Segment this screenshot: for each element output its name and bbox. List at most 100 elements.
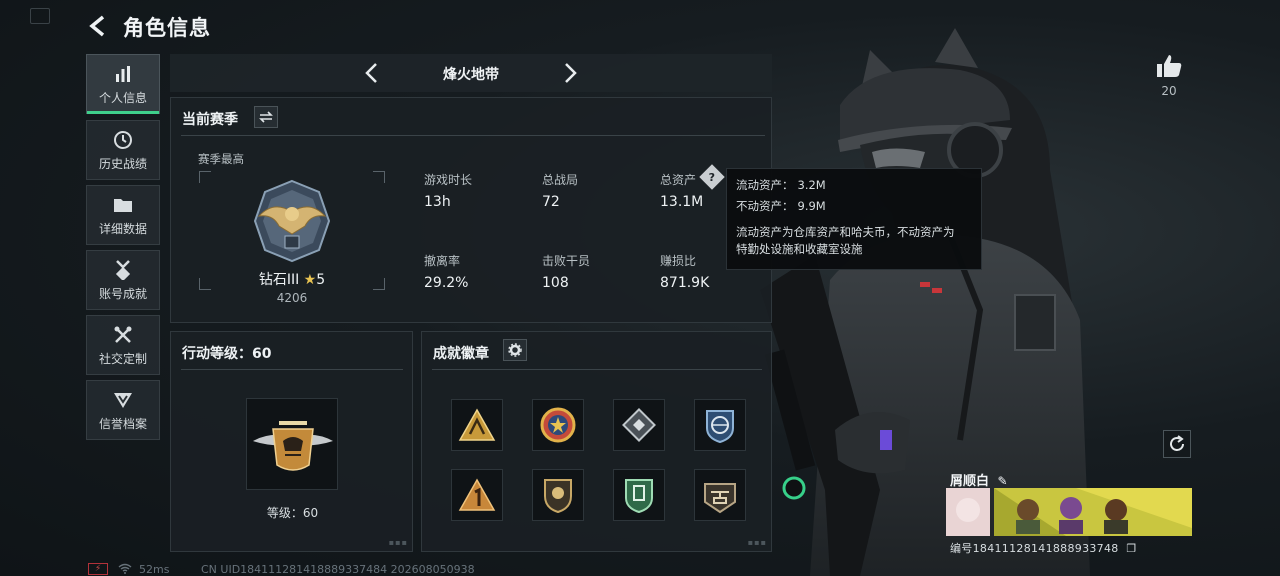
stat-value: 29.2% — [424, 275, 469, 291]
medal-icon — [112, 259, 134, 281]
stat-value: 108 — [542, 275, 569, 291]
season-highest-label: 赛季最高 — [198, 152, 244, 166]
frame-corner — [373, 171, 385, 183]
green-shield-badge-icon — [625, 479, 653, 514]
player-uid-row: 编号18411128141888933748 ❐ — [950, 540, 1137, 556]
badge-slot[interactable] — [532, 469, 584, 521]
corner-marks: ▪▪▪ — [388, 538, 408, 547]
badge-slot[interactable] — [613, 469, 665, 521]
sidebar-item-reputation[interactable]: 信誉档案 — [86, 380, 160, 440]
battery-icon: ⚡ — [88, 563, 108, 575]
sidebar-item-account-achievements[interactable]: 账号成就 — [86, 250, 160, 310]
badge-slot[interactable] — [613, 399, 665, 451]
stat-value: 13.1M — [660, 194, 704, 210]
sidebar-item-social-customization[interactable]: 社交定制 — [86, 315, 160, 375]
stat-value: 72 — [542, 194, 560, 210]
shield-icon — [112, 389, 134, 411]
stat-label: 总战局 — [542, 173, 579, 187]
name-card-banner[interactable] — [946, 488, 1192, 536]
tooltip-fixed-label: 不动资产： — [736, 198, 794, 213]
action-level-panel: 行动等级：60 等级：60 ▪▪▪ — [170, 331, 413, 552]
rank-name-row: 钻石III ★5 — [231, 269, 353, 289]
tooltip-liquid-value: 3.2M — [797, 178, 826, 192]
sidebar-item-label: 历史战绩 — [98, 156, 147, 171]
helicopter-emblem-icon — [253, 421, 333, 471]
player-name-row: 屑顺白 ✎ — [950, 470, 1008, 489]
sidebar-item-label: 社交定制 — [98, 351, 147, 366]
badge-slot[interactable] — [694, 469, 746, 521]
rank-emblem-icon — [253, 179, 331, 263]
player-name: 屑顺白 — [950, 474, 990, 489]
season-switch-button[interactable] — [254, 106, 278, 128]
tools-icon — [112, 324, 134, 346]
wifi-icon — [118, 563, 132, 576]
edit-name-icon[interactable]: ✎ — [998, 474, 1008, 488]
tooltip-fixed-value: 9.9M — [797, 198, 826, 213]
rank-stars: 5 — [316, 272, 326, 288]
stat-label: 赚损比 — [660, 254, 697, 268]
refresh-button[interactable] — [1163, 430, 1191, 458]
stat-label: 总资产 — [660, 173, 697, 187]
chevron-right-icon — [565, 63, 577, 83]
swap-arrows-icon — [259, 111, 273, 123]
diamond-badge-icon — [622, 408, 656, 442]
footer-uid: CN UID184111281418889337484 202608050938 — [201, 563, 475, 576]
level-emblem-frame — [246, 398, 338, 490]
season-title: 当前赛季 — [182, 112, 238, 128]
tooltip-liquid-row: 流动资产： 3.2M — [736, 177, 972, 195]
question-icon: ? — [708, 170, 716, 184]
sidebar-item-personal-info[interactable]: 个人信息 — [86, 54, 160, 114]
mode-title: 烽火地带 — [443, 67, 499, 83]
frame-corner — [199, 171, 211, 183]
number-one-badge-icon — [458, 478, 496, 511]
star-icon: ★ — [303, 272, 317, 288]
globe-badge-icon — [706, 410, 734, 444]
tooltip-fixed-row: 不动资产： 9.9M — [736, 198, 972, 216]
shield-badge-icon — [544, 479, 572, 514]
back-button[interactable] — [86, 12, 112, 40]
like-button[interactable] — [1155, 52, 1183, 80]
sidebar-item-label: 信誉档案 — [98, 416, 147, 431]
sidebar-item-label: 个人信息 — [98, 90, 147, 105]
triangle-badge-icon — [458, 408, 496, 441]
back-arrow-icon — [89, 15, 105, 37]
badge-slot[interactable] — [694, 399, 746, 451]
stat-value: 871.9K — [660, 275, 710, 291]
divider — [181, 135, 765, 136]
tooltip-liquid-label: 流动资产： — [736, 178, 794, 192]
corner-marks: ▪▪▪ — [747, 538, 767, 547]
next-mode-button[interactable] — [560, 62, 582, 84]
badge-slot[interactable] — [451, 399, 503, 451]
folder-icon — [112, 194, 134, 216]
badge-slot[interactable] — [451, 469, 503, 521]
badge-slot[interactable] — [532, 399, 584, 451]
sidebar-item-label: 详细数据 — [98, 221, 147, 236]
divider — [432, 369, 762, 370]
player-uid: 编号18411128141888933748 — [950, 542, 1119, 555]
corner-frame — [30, 8, 50, 24]
clock-icon — [112, 129, 134, 151]
helicopter-badge-icon — [704, 483, 736, 514]
frame-corner — [199, 278, 211, 290]
sidebar-item-detailed-data[interactable]: 详细数据 — [86, 185, 160, 245]
stat-value: 13h — [424, 194, 451, 210]
rank-points: 4206 — [276, 291, 308, 305]
level-text: 等级：60 — [266, 506, 319, 520]
sidebar-item-label: 账号成就 — [98, 286, 147, 301]
stat-label: 游戏时长 — [424, 173, 473, 187]
tooltip-note: 流动资产为仓库资产和哈夫币，不动资产为 特勤处设施和收藏室设施 — [736, 224, 972, 260]
star-medal-icon — [540, 407, 576, 443]
mode-selector: 烽火地带 — [170, 54, 772, 92]
season-panel: 当前赛季 赛季最高 钻石III ★5 4206 游戏时长 13h 总战局 72 … — [170, 97, 772, 323]
rank-name: 钻石III — [258, 272, 300, 288]
asset-tooltip: 流动资产： 3.2M 不动资产： 9.9M 流动资产为仓库资产和哈夫币，不动资产为 … — [726, 168, 982, 270]
badge-settings-button[interactable] — [503, 339, 527, 361]
bar-chart-icon — [112, 63, 134, 85]
stat-label: 撤离率 — [424, 254, 461, 268]
like-count: 20 — [1161, 84, 1177, 98]
frame-corner — [373, 278, 385, 290]
refresh-icon — [1170, 435, 1184, 451]
asset-help-button[interactable]: ? — [699, 164, 725, 190]
copy-icon[interactable]: ❐ — [1126, 542, 1136, 555]
sidebar-item-history[interactable]: 历史战绩 — [86, 120, 160, 180]
